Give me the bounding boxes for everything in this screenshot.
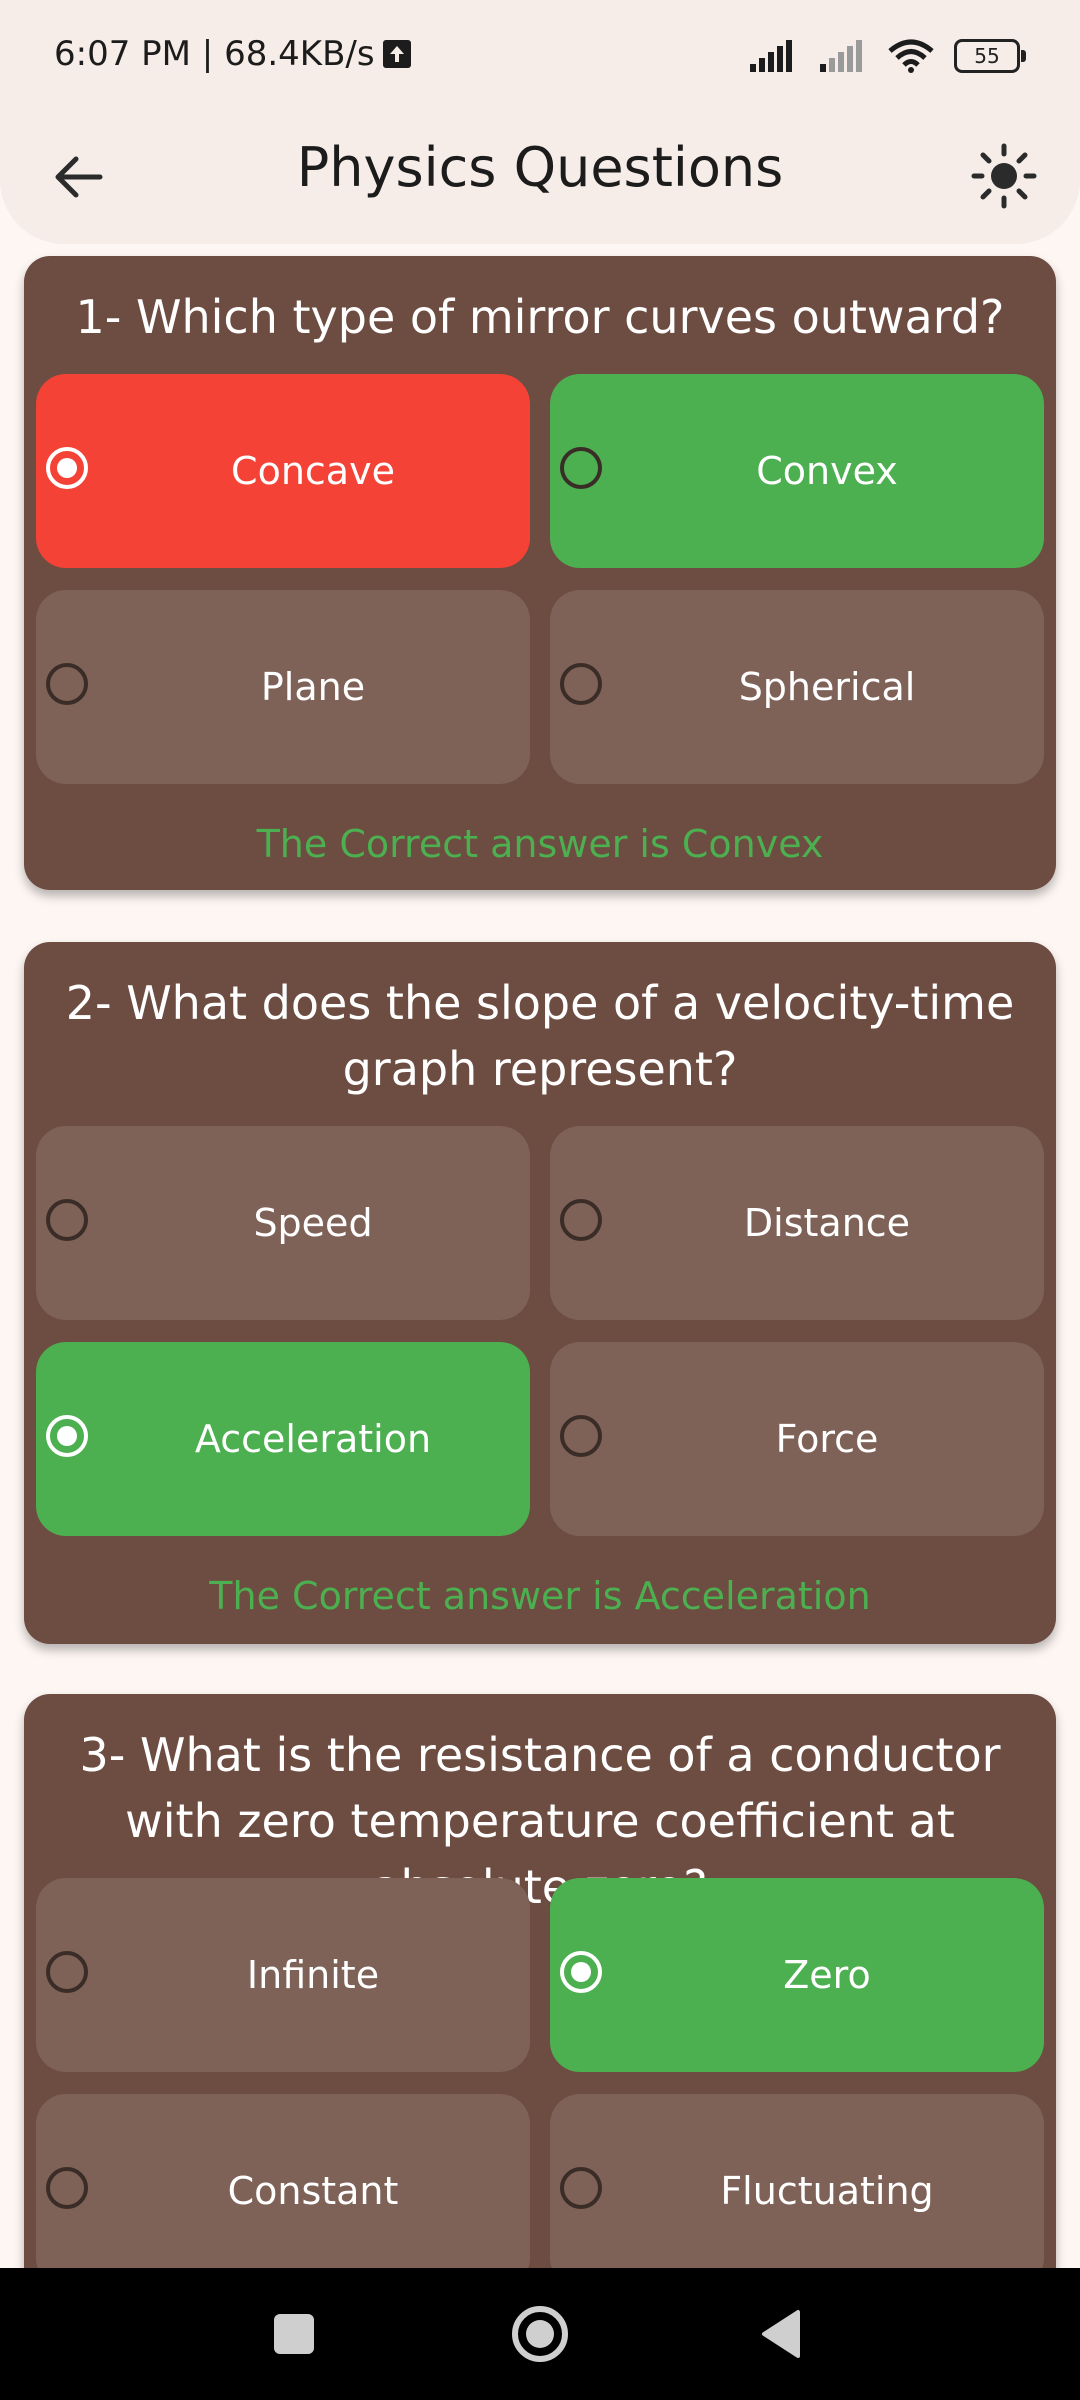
option-label: Zero	[783, 1953, 871, 1997]
system-nav-bar	[0, 2268, 1080, 2400]
questions-list[interactable]: 1- Which type of mirror curves outward? …	[0, 244, 1080, 2268]
radio-icon	[560, 447, 602, 489]
option-label: Distance	[743, 1201, 911, 1245]
home-circle-icon	[512, 2306, 568, 2362]
recents-square-icon	[274, 2314, 314, 2354]
radio-icon	[46, 447, 88, 489]
question-text: 2- What does the slope of a velocity-tim…	[65, 976, 1015, 1096]
radio-icon	[560, 1199, 602, 1241]
wifi-icon	[888, 39, 934, 73]
radio-icon	[560, 1951, 602, 1993]
correct-answer-text: The Correct answer is Acceleration	[209, 1574, 871, 1618]
option-button[interactable]: Force	[550, 1342, 1044, 1536]
back-nav-button[interactable]	[748, 2298, 820, 2370]
option-label: Fluctuating	[720, 2169, 934, 2213]
option-label: Constant	[227, 2169, 399, 2213]
recents-button[interactable]	[258, 2298, 330, 2370]
option-label: Infinite	[246, 1953, 380, 1997]
radio-icon	[46, 663, 88, 705]
signal-icon	[750, 40, 792, 72]
option-button[interactable]: Constant	[36, 2094, 530, 2268]
option-label: Acceleration	[194, 1417, 432, 1461]
battery-level: 55	[974, 44, 1000, 68]
home-button[interactable]	[504, 2298, 576, 2370]
correct-answer-text: The Correct answer is Convex	[256, 822, 824, 866]
option-label: Speed	[253, 1201, 373, 1245]
radio-icon	[46, 2167, 88, 2209]
page-title: Physics Questions	[296, 136, 784, 199]
option-label: Convex	[756, 449, 898, 493]
radio-icon	[560, 1415, 602, 1457]
option-label: Plane	[260, 665, 366, 709]
theme-toggle-button[interactable]	[964, 136, 1044, 216]
status-time: 6:07 PM | 68.4KB/s	[54, 34, 375, 74]
option-button[interactable]: Distance	[550, 1126, 1044, 1320]
option-button[interactable]: Speed	[36, 1126, 530, 1320]
radio-icon	[46, 1951, 88, 1993]
option-button[interactable]: Infinite	[36, 1878, 530, 2072]
option-button[interactable]: Zero	[550, 1878, 1044, 2072]
option-label: Spherical	[738, 665, 916, 709]
signal-icon	[820, 40, 862, 72]
radio-icon	[560, 663, 602, 705]
option-label: Concave	[231, 449, 395, 493]
question-card: 1- Which type of mirror curves outward? …	[24, 256, 1056, 890]
option-button[interactable]: Convex	[550, 374, 1044, 568]
option-button[interactable]: Plane	[36, 590, 530, 784]
back-triangle-icon	[762, 2310, 800, 2358]
sun-icon	[971, 143, 1037, 209]
radio-icon	[46, 1199, 88, 1241]
question-card: 3- What is the resistance of a conductor…	[24, 1694, 1056, 2268]
option-button[interactable]: Spherical	[550, 590, 1044, 784]
radio-icon	[560, 2167, 602, 2209]
upload-icon	[383, 40, 411, 68]
status-bar: 6:07 PM | 68.4KB/s 55	[0, 0, 1080, 116]
app-bar: Physics Questions	[0, 116, 1080, 244]
option-label: Force	[775, 1417, 879, 1461]
question-text: 1- Which type of mirror curves outward?	[75, 290, 1005, 344]
radio-icon	[46, 1415, 88, 1457]
battery-icon: 55	[954, 39, 1026, 73]
question-card: 2- What does the slope of a velocity-tim…	[24, 942, 1056, 1644]
option-button[interactable]: Fluctuating	[550, 2094, 1044, 2268]
option-button[interactable]: Acceleration	[36, 1342, 530, 1536]
option-button[interactable]: Concave	[36, 374, 530, 568]
